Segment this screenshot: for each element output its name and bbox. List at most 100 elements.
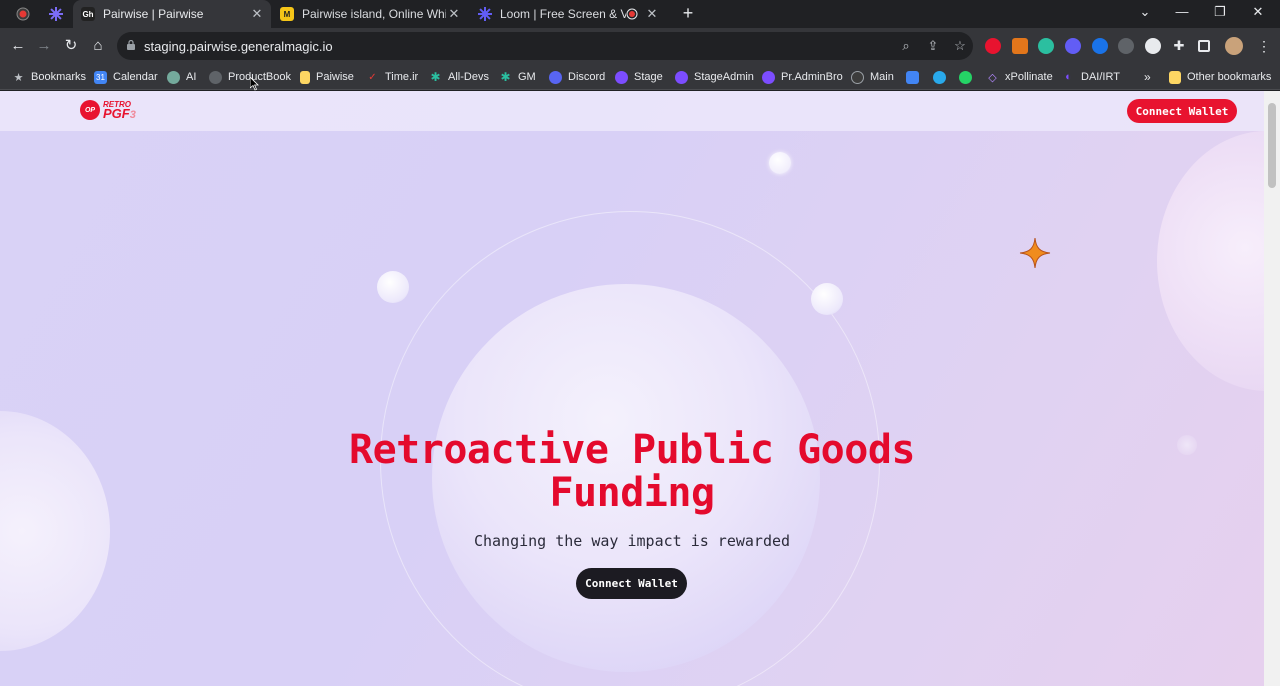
check-icon: ✓ xyxy=(368,71,377,83)
window-close-icon[interactable]: ✕ xyxy=(1248,4,1268,20)
bookmarks-bar: ★ Bookmarks 31 Calendar AI ProductBook Pai… xyxy=(0,64,1280,90)
minimize-icon[interactable]: — xyxy=(1172,4,1192,19)
miro-favicon-icon: M xyxy=(280,7,294,21)
pinned-tab-icon[interactable] xyxy=(49,7,63,21)
logo-text: RETRO PGF3 xyxy=(103,100,136,121)
address-bar[interactable]: staging.pairwise.generalmagic.io ⌕ ⇪ ☆ xyxy=(117,32,973,60)
star-icon: ★ xyxy=(13,71,24,84)
bookmark-item[interactable]: Discord xyxy=(549,69,605,85)
bookmark-item[interactable]: Stage xyxy=(615,69,663,85)
zoom-icon[interactable]: ⌕ xyxy=(898,38,914,54)
forward-icon[interactable]: → xyxy=(34,36,54,56)
tab-pairwise[interactable]: Gh Pairwise | Pairwise ✕ xyxy=(73,0,271,28)
bookmark-item[interactable]: ◐ DAI/IRT xyxy=(1062,69,1120,85)
tab-strip: Gh Pairwise | Pairwise ✕ M Pairwise isla… xyxy=(0,0,1280,28)
tab-search-icon[interactable]: ⌄ xyxy=(1135,4,1155,20)
back-icon[interactable]: ← xyxy=(8,36,28,56)
tab-title: Pairwise | Pairwise xyxy=(103,7,204,21)
small-orb xyxy=(769,152,791,174)
bookmark-item[interactable]: Pr.AdminBro xyxy=(762,69,843,85)
dai-icon: ◐ xyxy=(1065,71,1072,83)
hero-subtitle: Changing the way impact is rewarded xyxy=(473,532,791,550)
sparkle-star-icon xyxy=(1019,237,1051,269)
bookmark-item[interactable]: Paiwise xyxy=(300,69,354,85)
small-orb xyxy=(377,271,409,303)
side-panel-icon[interactable] xyxy=(1198,40,1210,52)
bookmark-item[interactable] xyxy=(933,69,952,85)
stage-icon xyxy=(675,70,688,84)
close-tab-icon[interactable]: ✕ xyxy=(249,6,265,22)
extensions-puzzle-icon[interactable]: ✚ xyxy=(1171,38,1187,54)
avatar[interactable] xyxy=(1225,37,1243,55)
record-icon[interactable] xyxy=(16,7,30,21)
github-icon xyxy=(851,70,864,84)
close-tab-icon[interactable]: ✕ xyxy=(446,6,462,22)
xpollinate-icon: ◇ xyxy=(988,71,997,84)
bookmark-item[interactable]: ◇ xPollinate xyxy=(986,69,1052,85)
extension-icon[interactable] xyxy=(1145,38,1161,54)
small-orb xyxy=(811,283,843,315)
page-viewport: OP RETRO PGF3 Connect Wallet Retroactive… xyxy=(0,91,1264,686)
other-bookmarks[interactable]: Other bookmarks xyxy=(1169,69,1271,85)
maximize-icon[interactable]: ❐ xyxy=(1210,4,1230,20)
translate-icon xyxy=(906,70,919,84)
new-tab-icon[interactable]: + xyxy=(679,4,697,24)
bookmark-item[interactable]: ✱ All-Devs xyxy=(429,69,488,85)
globe-icon xyxy=(209,70,222,84)
bookmark-item[interactable]: 31 Calendar xyxy=(94,69,158,85)
url-text[interactable]: staging.pairwise.generalmagic.io xyxy=(144,39,333,54)
browser-toolbar: ← → ↻ ⌂ staging.pairwise.generalmagic.io… xyxy=(0,28,1280,64)
header-connect-wallet-button[interactable]: Connect Wallet xyxy=(1127,99,1237,123)
close-tab-icon[interactable]: ✕ xyxy=(644,6,660,22)
loom-favicon-icon xyxy=(478,7,492,21)
reload-icon[interactable]: ↻ xyxy=(61,36,81,56)
bookmark-item[interactable]: AI xyxy=(167,69,196,85)
op-badge: OP xyxy=(80,100,100,120)
home-icon[interactable]: ⌂ xyxy=(88,36,108,56)
calendar-icon: 31 xyxy=(94,70,107,84)
left-sphere xyxy=(0,411,110,651)
bookmark-item[interactable]: StageAdmin xyxy=(675,69,754,85)
bookmark-item[interactable]: ✓ Time.ir xyxy=(366,69,418,85)
bookmarks-overflow-icon[interactable]: » xyxy=(1144,69,1151,85)
tab-title: Pairwise island, Online Whiteboa xyxy=(302,7,446,21)
stage-icon xyxy=(762,70,775,84)
mouse-cursor-icon xyxy=(250,77,259,91)
menu-kebab-icon[interactable]: ⋮ xyxy=(1256,38,1272,54)
snowflake-icon: ✱ xyxy=(500,70,511,84)
whatsapp-icon xyxy=(959,70,972,84)
scrollbar-thumb[interactable] xyxy=(1268,103,1276,188)
tab-title: Loom | Free Screen & Video xyxy=(500,7,626,21)
metamask-icon[interactable] xyxy=(1012,38,1028,54)
lock-icon xyxy=(127,40,135,50)
telegram-icon xyxy=(933,70,946,84)
tab-whiteboard[interactable]: M Pairwise island, Online Whiteboa ✕ xyxy=(272,0,468,28)
extension-icon[interactable] xyxy=(985,38,1001,54)
hero-title: Retroactive Public Goods Funding xyxy=(349,427,915,516)
bookmark-item[interactable] xyxy=(959,69,978,85)
hero-connect-wallet-button[interactable]: Connect Wallet xyxy=(576,568,687,599)
bookmark-star-icon[interactable]: ☆ xyxy=(952,38,968,54)
folder-icon xyxy=(1169,70,1181,84)
share-icon[interactable]: ⇪ xyxy=(925,38,941,54)
faint-orb xyxy=(1177,435,1197,455)
bookmark-item[interactable]: ✱ GM xyxy=(499,69,535,85)
folder-icon xyxy=(300,70,310,84)
recording-icon xyxy=(626,8,638,20)
stage-icon xyxy=(615,70,628,84)
extension-icon[interactable] xyxy=(1038,38,1054,54)
pairwise-favicon-icon: Gh xyxy=(81,7,95,21)
tab-loom[interactable]: Loom | Free Screen & Video ✕ xyxy=(470,0,666,28)
retro-pgf-logo[interactable]: OP RETRO PGF3 xyxy=(80,100,136,121)
page-scrollbar[interactable] xyxy=(1264,91,1280,686)
extension-icon[interactable] xyxy=(1092,38,1108,54)
loom-extension-icon[interactable] xyxy=(1065,38,1081,54)
bookmark-item[interactable] xyxy=(906,69,925,85)
discord-icon xyxy=(549,70,562,84)
bookmark-item[interactable]: ★ Bookmarks xyxy=(12,69,86,85)
snowflake-icon: ✱ xyxy=(430,70,441,84)
openai-extension-icon[interactable] xyxy=(1118,38,1134,54)
site-header: OP RETRO PGF3 Connect Wallet xyxy=(0,91,1264,131)
openai-icon xyxy=(167,70,180,84)
bookmark-item[interactable]: Main xyxy=(851,69,894,85)
